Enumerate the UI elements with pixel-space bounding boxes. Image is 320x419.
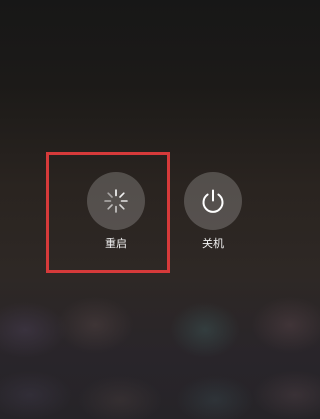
- power-menu-overlay: 重启 关机: [0, 0, 319, 419]
- restart-label: 重启: [105, 237, 127, 250]
- restart-spinner-icon: [104, 189, 128, 213]
- restart-button[interactable]: [87, 172, 145, 230]
- shutdown-button[interactable]: [184, 172, 242, 230]
- shutdown-label: 关机: [202, 237, 224, 250]
- power-icon: [202, 189, 224, 213]
